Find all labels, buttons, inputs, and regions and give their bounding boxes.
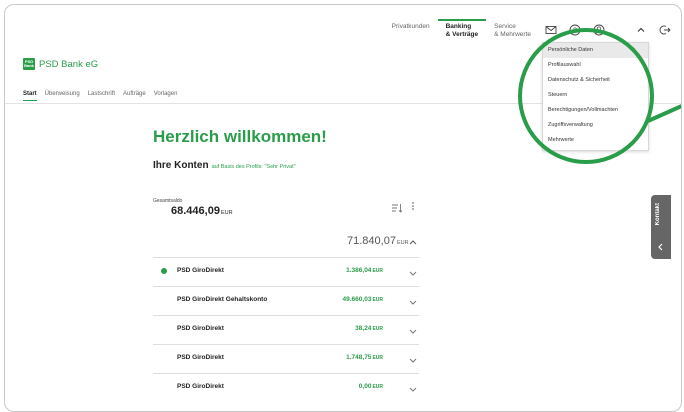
account-name: PSD GiroDirekt Gehaltskonto — [177, 296, 268, 303]
top-nav-service-line2: & Mehrwerte — [494, 30, 531, 38]
sub-nav-start[interactable]: Start — [23, 91, 37, 101]
row-divider — [153, 344, 419, 345]
sub-nav: Start Überweisung Lastschrift Aufträge V… — [23, 91, 177, 101]
account-amount: 0,00EUR — [359, 383, 383, 390]
account-row[interactable]: PSD GiroDirekt 38,24EUR — [153, 317, 419, 345]
account-amount: 1.748,75EUR — [346, 354, 383, 361]
row-divider — [153, 373, 419, 374]
gesamtsaldo-value: 68.446,09 — [171, 205, 220, 217]
top-nav-banking-line1: Banking — [445, 23, 472, 30]
top-nav-privatkunden-label: Privatkunden — [391, 23, 430, 30]
account-currency: EUR — [372, 297, 383, 303]
group-total-currency: EUR — [396, 240, 409, 246]
account-amount-value: 0,00 — [358, 383, 372, 390]
highlight-circle — [518, 28, 654, 164]
account-amount: 1.386,04EUR — [346, 267, 383, 274]
profile-basis-link[interactable]: auf Basis des Profils: "Sehr Privat" — [212, 164, 296, 170]
chevron-down-icon[interactable] — [409, 300, 417, 308]
account-amount-value: 49.660,03 — [342, 296, 372, 303]
gesamtsaldo-currency: EUR — [220, 210, 233, 216]
kontakt-label: Kontakt — [655, 203, 661, 226]
account-amount: 49.660,03EUR — [343, 296, 383, 303]
account-row[interactable]: PSD GiroDirekt 1.748,75EUR — [153, 346, 419, 374]
top-nav-banking[interactable]: Banking & Verträge — [437, 19, 487, 45]
account-row[interactable]: PSD GiroDirekt 1.386,04EUR — [153, 259, 419, 287]
top-nav-service-line1: Service — [494, 23, 516, 30]
account-currency: EUR — [372, 384, 383, 390]
primary-account-dot — [161, 268, 167, 274]
row-divider — [153, 286, 419, 287]
bank-logo-mark: PSD Bank — [23, 58, 35, 70]
account-amount-value: 1.386,04 — [346, 267, 372, 274]
account-currency: EUR — [372, 268, 383, 274]
chevron-down-icon[interactable] — [409, 358, 417, 366]
account-currency: EUR — [372, 326, 383, 332]
account-name: PSD GiroDirekt — [177, 354, 224, 361]
chevron-down-icon[interactable] — [409, 329, 417, 337]
bank-name: PSD Bank eG — [39, 58, 99, 70]
konten-heading: Ihre Konten auf Basis des Profils: "Sehr … — [153, 160, 296, 171]
account-name: PSD GiroDirekt — [177, 383, 224, 390]
sub-nav-ueberweisung[interactable]: Überweisung — [45, 91, 80, 101]
sort-icon[interactable] — [391, 203, 403, 215]
account-amount-value: 38,24 — [355, 325, 372, 332]
account-row[interactable]: PSD GiroDirekt 0,00EUR — [153, 375, 419, 403]
account-group-total: 71.840,07EUR — [347, 235, 409, 247]
account-amount: 38,24EUR — [355, 325, 383, 332]
row-divider — [153, 257, 419, 258]
konten-title: Ihre Konten — [153, 160, 209, 171]
more-options-icon[interactable] — [411, 201, 415, 213]
row-divider — [153, 315, 419, 316]
logout-icon[interactable] — [657, 22, 673, 38]
gesamtsaldo: 68.446,09EUR — [171, 205, 233, 217]
top-nav-service[interactable]: Service & Mehrwerte — [486, 19, 539, 45]
account-name: PSD GiroDirekt — [177, 325, 224, 332]
bank-logo[interactable]: PSD Bank PSD Bank eG — [23, 58, 98, 70]
top-nav-banking-line2: & Verträge — [445, 30, 479, 38]
account-amount-value: 1.748,75 — [346, 354, 372, 361]
kontakt-tab[interactable]: Kontakt — [651, 195, 671, 259]
account-row[interactable]: PSD GiroDirekt Gehaltskonto 49.660,03EUR — [153, 288, 419, 316]
gesamtsaldo-label: Gesamtsaldo — [153, 198, 183, 204]
chevron-down-icon[interactable] — [409, 387, 417, 395]
app-window: Privatkunden Banking & Verträge Service … — [4, 4, 682, 412]
chevron-up-icon[interactable] — [409, 238, 417, 247]
top-nav-privatkunden[interactable]: Privatkunden — [384, 19, 438, 45]
account-name: PSD GiroDirekt — [177, 267, 224, 274]
sub-nav-auftraege[interactable]: Aufträge — [123, 91, 146, 101]
chevron-left-icon — [657, 243, 663, 253]
chevron-up-icon[interactable] — [633, 22, 649, 38]
chevron-down-icon[interactable] — [409, 271, 417, 279]
group-total-value: 71.840,07 — [347, 235, 396, 247]
welcome-heading: Herzlich willkommen! — [153, 127, 327, 146]
sub-nav-lastschrift[interactable]: Lastschrift — [88, 91, 115, 101]
sub-nav-vorlagen[interactable]: Vorlagen — [154, 91, 178, 101]
account-currency: EUR — [372, 355, 383, 361]
logo-mark-line2: Bank — [24, 63, 34, 68]
